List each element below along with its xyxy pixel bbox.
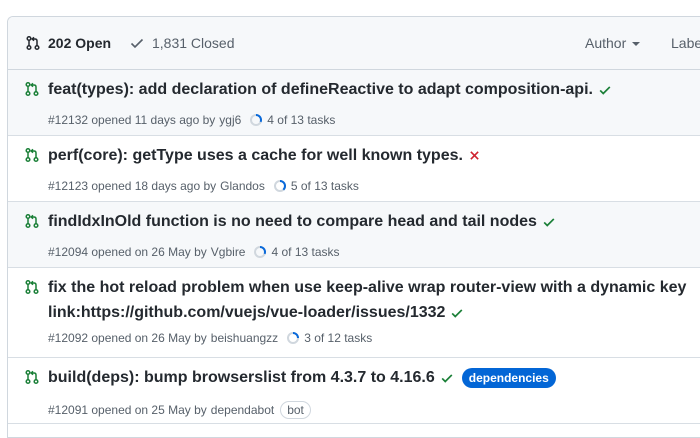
author-filter-dropdown[interactable]: Author <box>585 17 641 69</box>
dependencies-label[interactable]: dependencies <box>461 367 556 388</box>
pull-request-title-line: build(deps): bump browserslist from 4.3.… <box>48 365 700 390</box>
pull-request-row: build(deps): bump browserslist from 4.3.… <box>8 358 700 424</box>
pull-request-title-line: findIdxInOld function is no need to comp… <box>48 209 700 234</box>
label-filter-label: Label <box>671 35 700 51</box>
author-link[interactable]: dependabot <box>211 403 274 417</box>
progress-ring-icon <box>250 114 263 126</box>
list-header: 202 Open 1,831 Closed Author Label <box>8 17 700 70</box>
pull-request-title-link[interactable]: findIdxInOld function is no need to comp… <box>48 213 537 230</box>
pull-request-meta: #12094 opened on 26 May by Vgbire 4 of 1… <box>48 245 340 259</box>
task-progress: 4 of 13 tasks <box>249 113 335 127</box>
closed-filter-tab[interactable]: 1,831 Closed <box>129 17 235 69</box>
task-progress-label: 3 of 12 tasks <box>304 331 373 345</box>
pull-request-meta: #12092 opened on 26 May by beishuangzz 3… <box>48 331 372 345</box>
author-filter-label: Author <box>585 35 627 51</box>
check-icon <box>130 38 144 49</box>
pull-request-row: fix the hot reload problem when use keep… <box>8 268 700 358</box>
check-icon[interactable] <box>542 215 556 229</box>
progress-ring-icon <box>254 246 267 258</box>
pull-request-title-line: feat(types): add declaration of defineRe… <box>48 77 700 102</box>
pull-request-title-link[interactable]: build(deps): bump browserslist from 4.3.… <box>48 369 435 386</box>
bot-badge: bot <box>280 401 311 419</box>
task-progress-label: 5 of 13 tasks <box>290 179 359 193</box>
pull-request-title-line: perf(core): getType uses a cache for wel… <box>48 143 700 168</box>
open-count-label: 202 Open <box>48 35 112 51</box>
progress-ring-icon <box>287 332 300 344</box>
pull-request-meta: #12091 opened on 25 May by dependabot bo… <box>48 401 311 419</box>
pull-request-title-link[interactable]: perf(core): getType uses a cache for wel… <box>48 147 463 164</box>
task-progress: 5 of 13 tasks <box>273 179 359 193</box>
chevron-down-icon <box>632 42 641 46</box>
progress-ring-icon <box>273 180 286 192</box>
label-filter-dropdown[interactable]: Label <box>671 17 700 69</box>
pull-request-meta: #12132 opened 11 days ago by ygj6 4 of 1… <box>48 113 335 127</box>
pull-request-row: feat(types): add declaration of defineRe… <box>8 70 700 136</box>
git-pull-request-icon <box>25 369 39 385</box>
author-link[interactable]: beishuangzz <box>211 331 278 345</box>
task-progress: 3 of 12 tasks <box>286 331 372 345</box>
check-icon[interactable] <box>450 306 464 320</box>
git-pull-request-icon <box>25 213 39 229</box>
pull-request-row: perf(core): getType uses a cache for wel… <box>8 136 700 202</box>
pull-request-opened-info: #12094 opened on 26 May by <box>48 245 207 259</box>
pull-request-opened-info: #12092 opened on 26 May by <box>48 331 207 345</box>
git-pull-request-icon <box>26 35 40 51</box>
task-progress-label: 4 of 13 tasks <box>267 113 336 127</box>
task-progress: 4 of 13 tasks <box>253 245 340 259</box>
task-progress-label: 4 of 13 tasks <box>271 245 340 259</box>
x-icon[interactable] <box>468 149 481 162</box>
pull-request-row: findIdxInOld function is no need to comp… <box>8 202 700 268</box>
pull-request-opened-info: #12091 opened on 25 May by <box>48 403 207 417</box>
author-link[interactable]: ygj6 <box>219 113 241 127</box>
git-pull-request-icon <box>25 279 39 295</box>
pull-request-meta: #12123 opened 18 days ago by Glandos 5 o… <box>48 179 359 193</box>
check-icon[interactable] <box>598 83 612 97</box>
pull-request-opened-info: #12132 opened 11 days ago by <box>48 113 216 127</box>
git-pull-request-icon <box>25 147 39 163</box>
git-pull-request-icon <box>25 81 39 97</box>
open-filter-tab[interactable]: 202 Open <box>25 17 111 69</box>
pull-request-title-link[interactable]: feat(types): add declaration of defineRe… <box>48 81 593 98</box>
check-icon[interactable] <box>440 371 454 385</box>
pull-request-opened-info: #12123 opened 18 days ago by <box>48 179 217 193</box>
closed-count-label: 1,831 Closed <box>152 35 235 51</box>
pull-request-list: 202 Open 1,831 Closed Author Label feat(… <box>7 16 700 438</box>
author-link[interactable]: Vgbire <box>211 245 246 259</box>
author-link[interactable]: Glandos <box>220 179 265 193</box>
pull-request-title-line: fix the hot reload problem when use keep… <box>48 275 700 325</box>
pull-request-title-link[interactable]: fix the hot reload problem when use keep… <box>48 279 686 321</box>
